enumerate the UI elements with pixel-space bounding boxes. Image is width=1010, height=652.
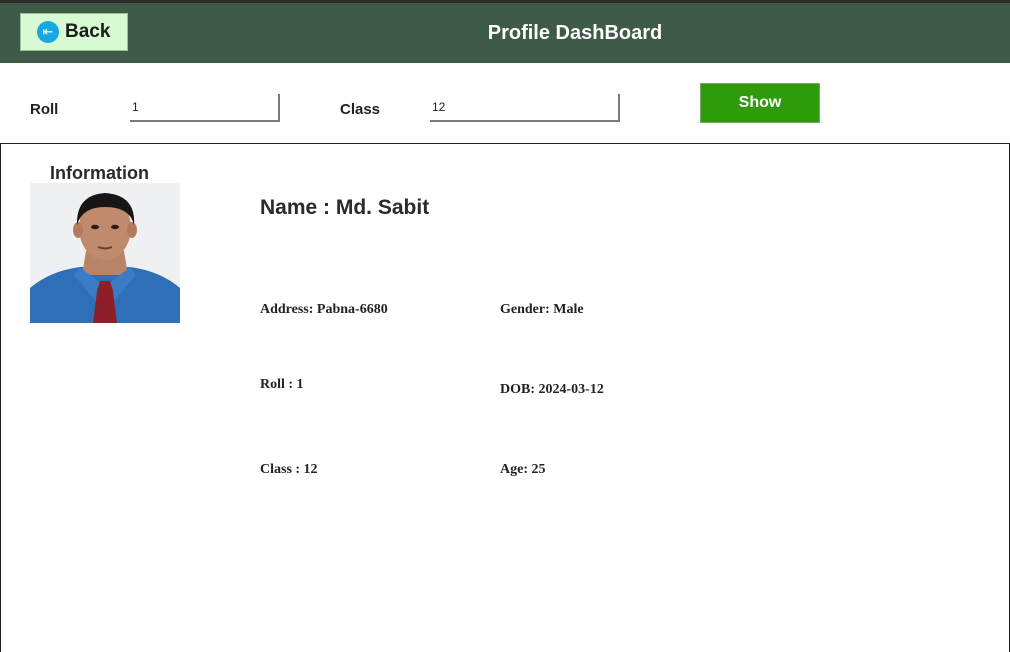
class-label: Class [340, 101, 381, 118]
age-text: Age: 25 [500, 462, 546, 477]
gender-text: Gender: Male [500, 302, 584, 317]
header-bar: ⇤ Back Profile DashBoard [0, 3, 1010, 63]
student-name: Name : Md. Sabit [260, 196, 430, 219]
class-input[interactable] [430, 94, 620, 122]
roll-text: Roll : 1 [260, 377, 304, 392]
show-button[interactable]: Show [700, 83, 820, 123]
page-title: Profile DashBoard [487, 22, 663, 44]
address-text: Address: Pabna-6680 [260, 302, 388, 317]
back-button-label: Back [65, 21, 111, 42]
class-text: Class : 12 [260, 462, 318, 477]
profile-photo [30, 183, 180, 323]
back-button[interactable]: ⇤ Back [20, 13, 128, 51]
back-arrow-icon: ⇤ [37, 21, 59, 43]
information-heading: Information [50, 163, 149, 183]
roll-label: Roll [30, 101, 59, 118]
dob-text: DOB: 2024-03-12 [500, 382, 604, 397]
roll-input[interactable] [130, 94, 280, 122]
